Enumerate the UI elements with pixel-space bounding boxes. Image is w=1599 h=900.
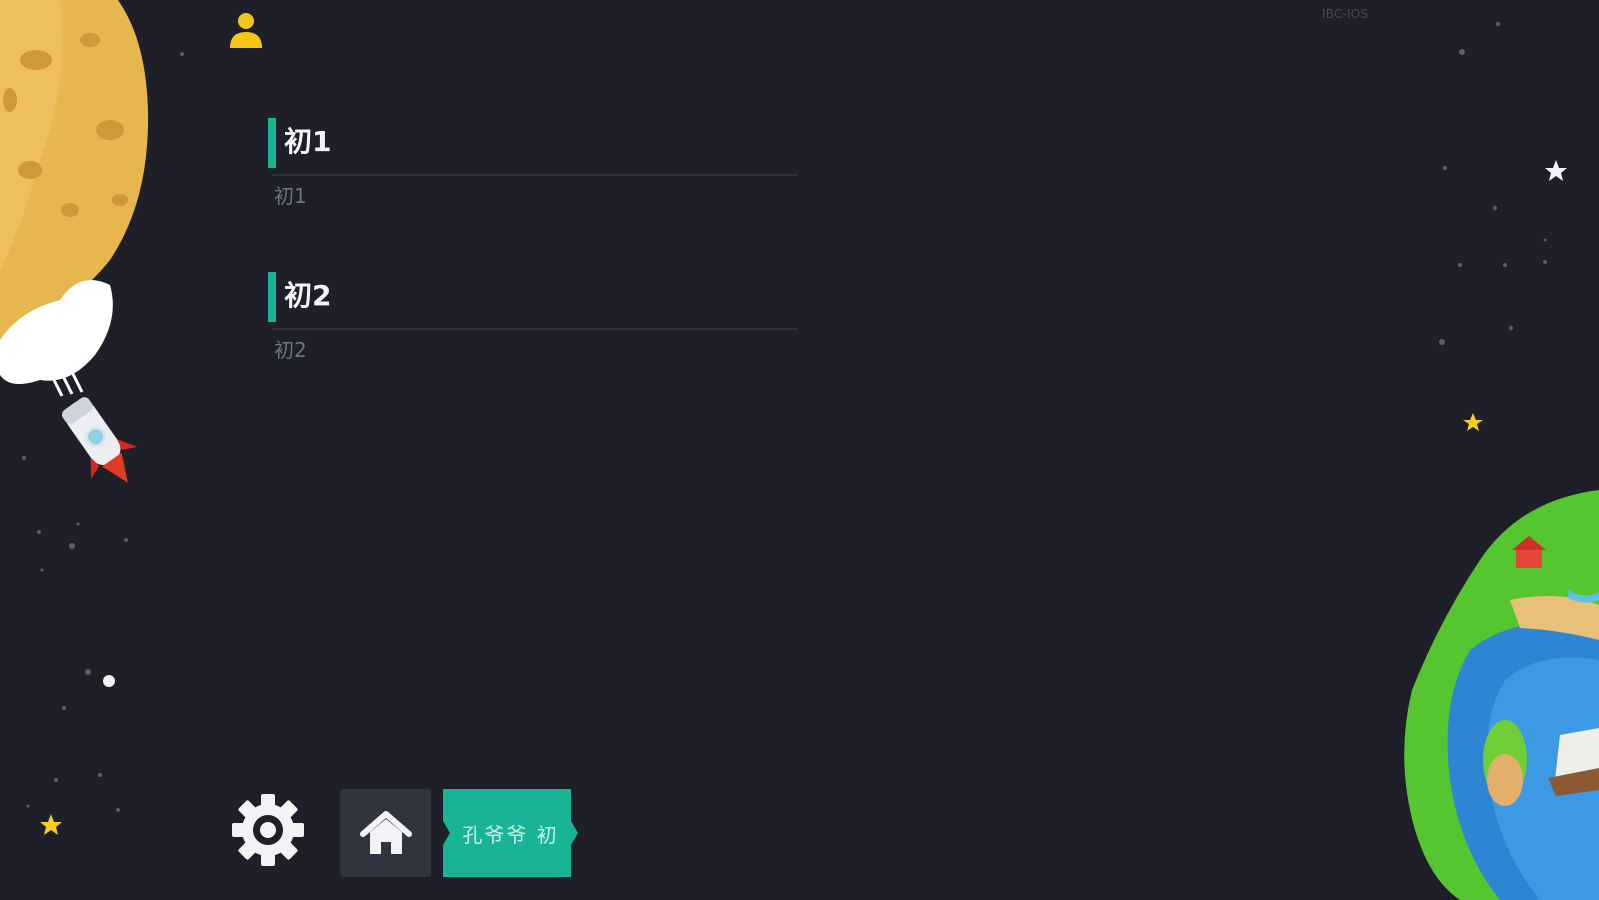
lesson-accent-bar	[268, 272, 276, 322]
gear-icon	[232, 794, 304, 866]
lesson-accent-bar	[268, 118, 276, 168]
earth-illustration	[1404, 490, 1599, 900]
user-icon[interactable]	[226, 10, 266, 50]
student-name-label: 孔爷爷 初	[462, 822, 559, 847]
starfield-decoration	[22, 22, 1567, 835]
lesson-item[interactable]: 初2 初2	[268, 272, 798, 372]
settings-button[interactable]	[230, 792, 306, 868]
version-label: IBC-IOS	[1322, 7, 1369, 21]
lesson-item[interactable]: 初1 初1	[268, 118, 798, 218]
home-icon	[359, 811, 412, 854]
student-tab[interactable]: 孔爷爷 初	[439, 789, 582, 877]
lesson-title: 初2	[284, 279, 332, 312]
lesson-subtitle: 初1	[274, 184, 307, 208]
divider	[272, 328, 798, 330]
home-button[interactable]	[340, 789, 431, 877]
moon-rocket-illustration	[0, 0, 149, 483]
lesson-title: 初1	[284, 125, 332, 158]
lesson-subtitle: 初2	[274, 338, 307, 362]
divider	[272, 174, 798, 176]
